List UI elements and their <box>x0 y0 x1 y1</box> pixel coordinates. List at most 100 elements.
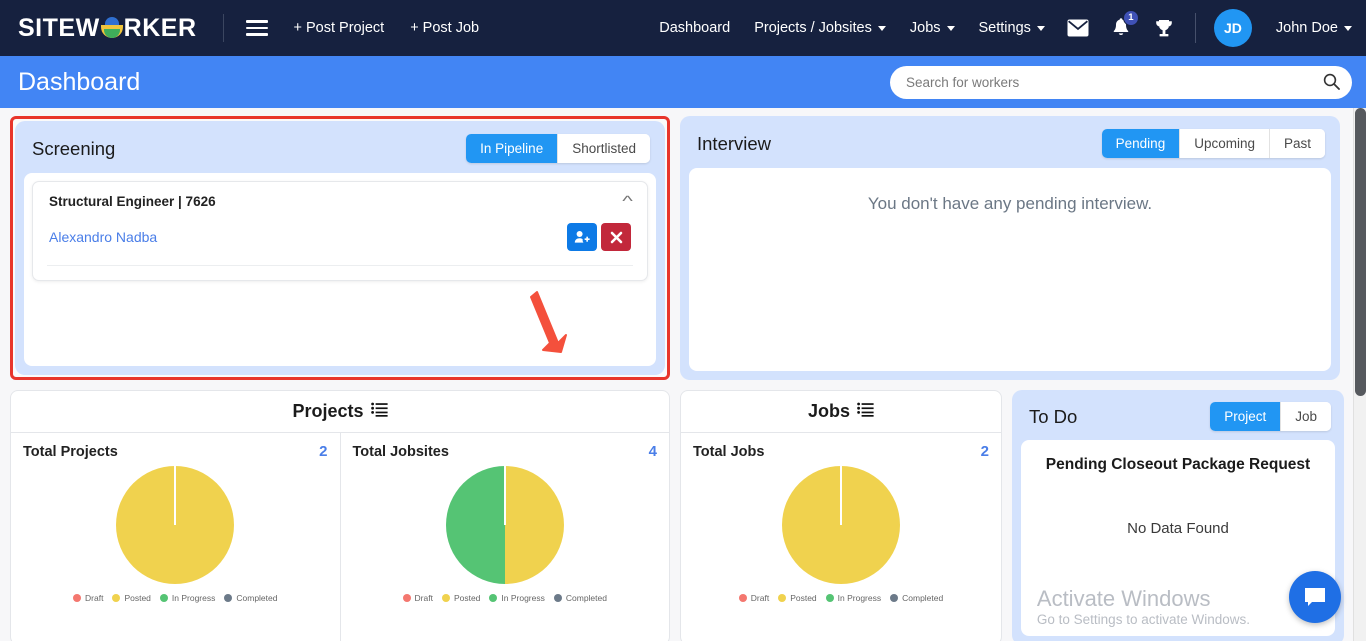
nav-item-projects-jobsites[interactable]: Projects / Jobsites <box>754 20 886 36</box>
hamburger-icon[interactable] <box>245 16 268 40</box>
legend-draft: Draft <box>402 593 433 603</box>
nav-item-dashboard[interactable]: Dashboard <box>659 20 730 36</box>
scrollbar-thumb[interactable] <box>1355 108 1366 396</box>
pie-chart-projects <box>116 466 235 584</box>
list-icon[interactable] <box>370 402 388 422</box>
brand-logo[interactable]: SITEW RKER <box>18 14 197 43</box>
pie-chart-jobs <box>782 466 900 584</box>
screening-job-header[interactable]: Structural Engineer | 7626 ^ <box>47 182 633 219</box>
dashboard-row-2: Projects Total Projects 2 Draft Posted I… <box>10 390 1356 641</box>
page-header: Dashboard <box>0 56 1366 108</box>
user-name-label: John Doe <box>1275 20 1338 36</box>
nav-label-projects-jobsites: Projects / Jobsites <box>754 20 872 36</box>
pie-legend-jobsites: Draft Posted In Progress Completed <box>402 593 607 603</box>
pie-legend-jobs: Draft Posted In Progress Completed <box>738 593 943 603</box>
todo-empty-message: No Data Found <box>1127 520 1229 537</box>
candidate-actions <box>567 223 631 251</box>
legend-completed: Completed <box>890 593 943 603</box>
jobs-card-header: Jobs <box>681 391 1001 433</box>
nav-item-user-menu[interactable]: John Doe <box>1276 20 1352 36</box>
page-scrollbar[interactable] <box>1353 108 1366 641</box>
interview-title: Interview <box>697 132 772 154</box>
tab-job[interactable]: Job <box>1281 402 1331 431</box>
post-project-link[interactable]: + Post Project <box>294 20 385 36</box>
total-jobs-chart: Draft Posted In Progress Completed <box>693 466 989 603</box>
tab-pending[interactable]: Pending <box>1101 129 1181 158</box>
nav-item-jobs[interactable]: Jobs <box>910 20 955 36</box>
search-icon[interactable] <box>1323 73 1340 95</box>
chat-bubble-icon[interactable] <box>1289 571 1341 623</box>
legend-posted: Posted <box>778 593 817 603</box>
tab-shortlisted[interactable]: Shortlisted <box>558 134 650 163</box>
todo-body: Pending Closeout Package Request No Data… <box>1021 440 1335 636</box>
add-user-button[interactable] <box>567 223 597 251</box>
chevron-up-icon[interactable]: ^ <box>622 194 633 209</box>
tab-upcoming[interactable]: Upcoming <box>1180 129 1270 158</box>
total-jobs-value: 2 <box>980 443 989 460</box>
screening-header: Screening In Pipeline Shortlisted <box>24 130 656 173</box>
interview-body: You don't have any pending interview. <box>689 168 1331 371</box>
tab-past[interactable]: Past <box>1269 129 1325 158</box>
tab-in-pipeline[interactable]: In Pipeline <box>466 134 559 163</box>
projects-card-title: Projects <box>292 401 364 421</box>
chevron-down-icon <box>877 25 886 31</box>
interview-tab-group: Pending Upcoming Past <box>1101 129 1325 158</box>
legend-draft: Draft <box>73 593 103 603</box>
nav-label-dashboard: Dashboard <box>659 20 731 36</box>
nav-label-settings: Settings <box>978 20 1031 36</box>
candidate-name-link[interactable]: Alexandro Nadba <box>49 229 157 245</box>
notification-badge: 1 <box>1122 9 1139 26</box>
tab-project[interactable]: Project <box>1210 402 1282 431</box>
reject-button[interactable] <box>601 223 631 251</box>
brand-logo-text: SITEW RKER <box>18 14 197 43</box>
legend-label-completed: Completed <box>236 593 278 603</box>
interview-empty-message: You don't have any pending interview. <box>867 194 1153 213</box>
hardhat-icon <box>100 17 123 39</box>
legend-label-draft: Draft <box>414 593 433 603</box>
avatar[interactable]: JD <box>1213 9 1252 47</box>
total-projects-label: Total Projects <box>23 443 118 460</box>
navbar-right: Dashboard Projects / Jobsites Jobs Setti… <box>635 9 1352 47</box>
candidate-row: Alexandro Nadba <box>47 219 633 266</box>
chevron-down-icon <box>1036 25 1045 31</box>
legend-completed: Completed <box>224 593 277 603</box>
screening-body: Structural Engineer | 7626 ^ Alexandro N… <box>24 173 656 366</box>
interview-header: Interview Pending Upcoming Past <box>689 125 1331 168</box>
screening-job-item: Structural Engineer | 7626 ^ Alexandro N… <box>32 181 648 281</box>
legend-label-draft: Draft <box>750 593 770 603</box>
screening-highlight-box: Screening In Pipeline Shortlisted Struct… <box>10 116 670 380</box>
legend-in-progress: In Progress <box>159 593 216 603</box>
todo-heading: Pending Closeout Package Request <box>1045 456 1311 473</box>
legend-label-completed: Completed <box>565 593 607 603</box>
legend-in-progress: In Progress <box>825 593 882 603</box>
total-jobsites-chart: Draft Posted In Progress Completed <box>353 466 658 603</box>
chevron-down-icon <box>946 25 955 31</box>
legend-completed: Completed <box>553 593 607 603</box>
post-job-link[interactable]: + Post Job <box>410 20 479 36</box>
legend-label-in-progress: In Progress <box>837 593 882 603</box>
total-projects-chart: Draft Posted In Progress Completed <box>23 466 328 603</box>
legend-label-posted: Posted <box>453 593 481 603</box>
total-jobsites-stat: Total Jobsites 4 <box>353 443 658 460</box>
brand-text-part2: RKER <box>123 13 197 42</box>
search-container <box>890 65 1352 99</box>
nav-item-settings[interactable]: Settings <box>979 20 1045 36</box>
mail-icon[interactable] <box>1067 19 1089 37</box>
top-navbar: SITEW RKER + Post Project + Post Job Das… <box>0 0 1366 56</box>
total-projects-stat: Total Projects 2 <box>23 443 328 460</box>
pie-chart-jobsites <box>445 466 564 584</box>
todo-title: To Do <box>1029 405 1078 427</box>
list-icon[interactable] <box>857 402 874 422</box>
bell-icon[interactable]: 1 <box>1111 9 1139 39</box>
total-projects-value: 2 <box>319 443 328 460</box>
trophy-icon[interactable] <box>1153 18 1175 39</box>
total-jobsites-label: Total Jobsites <box>352 443 449 460</box>
total-jobs-stat: Total Jobs 2 <box>693 443 989 460</box>
jobs-card-title: Jobs <box>807 401 850 421</box>
todo-tab-group: Project Job <box>1210 402 1331 431</box>
legend-posted: Posted <box>112 593 151 603</box>
legend-label-in-progress: In Progress <box>171 593 216 603</box>
legend-posted: Posted <box>441 593 481 603</box>
search-input[interactable] <box>890 65 1352 99</box>
chevron-down-icon <box>1344 25 1352 31</box>
